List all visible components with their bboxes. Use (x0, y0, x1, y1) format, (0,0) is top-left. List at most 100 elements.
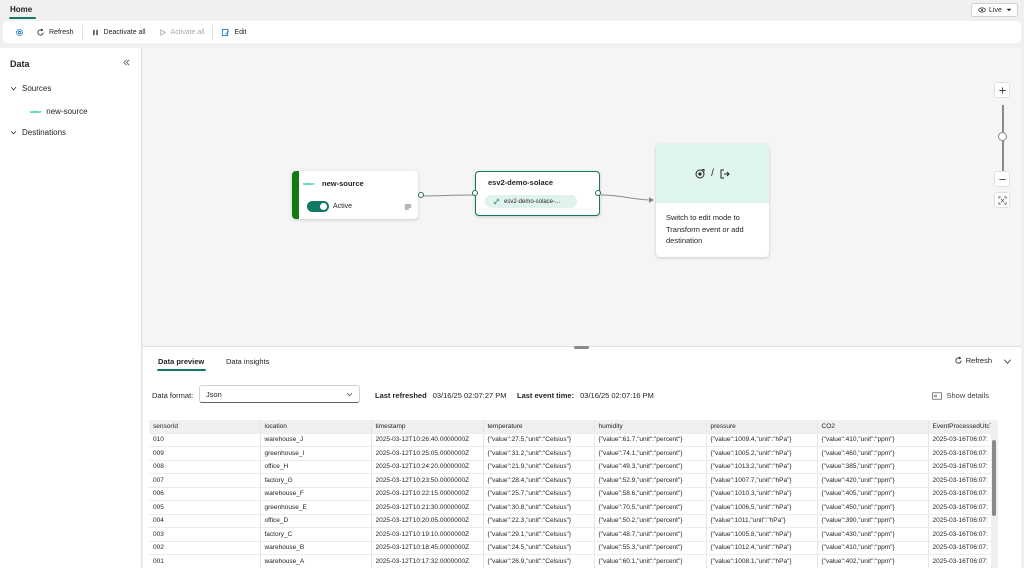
table-cell: office_D (260, 514, 372, 528)
deactivate-all-button[interactable]: Deactivate all (85, 21, 152, 43)
live-dropdown[interactable]: Live (971, 3, 1018, 17)
edit-label: Edit (234, 28, 247, 36)
table-cell: {"value":410,"unit":"ppm"} (817, 433, 929, 447)
table-cell: 2025-03-16T06:07: (928, 487, 992, 501)
table-row[interactable]: 010 warehouse_J 2025-03-12T10:26:40.000000… (149, 433, 992, 447)
table-cell: 003 (149, 527, 261, 542)
tab-data-insights[interactable]: Data insights (226, 357, 269, 366)
table-cell: {"value":28.4,"unit":"Celsius"} (483, 473, 595, 488)
data-format-select[interactable]: Json (199, 385, 360, 403)
source-node[interactable]: solace new-source Active (292, 171, 424, 219)
table-cell: 2025-03-16T06:07: (928, 460, 992, 474)
data-panel-title: Data (10, 59, 30, 69)
source-output-port[interactable] (418, 192, 424, 198)
column-header[interactable]: CO2 (817, 420, 929, 434)
column-header[interactable]: EventProcessedUtcTime (928, 420, 992, 434)
tree-item-new-source[interactable]: solace new-source (30, 107, 88, 116)
zoom-out-button[interactable] (994, 171, 1010, 187)
last-event-label: Last event time: (517, 391, 575, 400)
chevron-down-icon (10, 130, 17, 135)
settings-button[interactable] (9, 21, 30, 43)
table-cell: {"value":1006.5,"unit":"hPa"} (706, 500, 818, 515)
table-cell: {"value":50.2,"unit":"percent"} (594, 514, 707, 528)
table-cell: {"value":1012.4,"unit":"hPa"} (706, 541, 818, 555)
stream-pill-label: esv2-demo-solace-... (504, 198, 561, 205)
table-cell: 2025-03-12T10:26:40.0000000Z (371, 433, 484, 447)
menu-lines-icon[interactable] (404, 203, 412, 211)
table-row[interactable]: 003 factory_C 2025-03-12T10:19:10.0000000Z… (149, 527, 992, 542)
stream-node[interactable]: esv2-demo-solace esv2-demo-solace-... (472, 171, 601, 216)
flow-canvas[interactable]: solace new-source Active esv2-demo-solac… (143, 48, 1021, 346)
fit-to-screen-button[interactable] (994, 192, 1010, 208)
preview-refresh-button[interactable]: Refresh (954, 356, 992, 365)
table-cell: 2025-03-16T06:07: (928, 554, 992, 568)
stream-input-port[interactable] (472, 190, 478, 196)
play-icon (159, 28, 166, 36)
gear-icon (15, 28, 24, 36)
table-cell: 2025-03-16T06:07: (928, 527, 992, 542)
table-cell: factory_G (260, 473, 372, 488)
table-scrollbar[interactable] (991, 420, 998, 568)
data-format-label: Data format: (152, 391, 194, 400)
zoom-slider-thumb[interactable] (998, 132, 1007, 141)
zoom-in-button[interactable] (994, 82, 1010, 98)
live-label: Live (989, 6, 1002, 14)
table-cell: {"value":1008.1,"unit":"hPa"} (706, 554, 818, 568)
table-cell: {"value":30.8,"unit":"Celsius"} (483, 500, 595, 515)
table-cell: {"value":26.9,"unit":"Celsius"} (483, 554, 595, 568)
table-row[interactable]: 008 office_H 2025-03-12T10:24:20.0000000Z{… (149, 460, 992, 474)
top-tab-bar: Home Live (0, 0, 1024, 20)
table-cell: {"value":410,"unit":"ppm"} (817, 541, 929, 555)
edit-button[interactable]: Edit (215, 21, 252, 43)
table-row[interactable]: 004 office_D 2025-03-12T10:20:05.0000000Z{… (149, 514, 992, 528)
tab-home-indicator (9, 17, 36, 19)
table-cell: {"value":52.9,"unit":"percent"} (594, 473, 707, 488)
show-details-button[interactable]: Show details (932, 391, 989, 400)
table-cell: {"value":24.5,"unit":"Celsius"} (483, 541, 595, 555)
panel-resize-handle[interactable] (574, 346, 589, 349)
table-row[interactable]: 006 warehouse_F 2025-03-12T10:22:15.000000… (149, 487, 992, 501)
tab-home[interactable]: Home (10, 5, 32, 14)
table-cell: 2025-03-16T06:07: (928, 500, 992, 515)
tab-data-preview[interactable]: Data preview (158, 357, 204, 366)
column-header[interactable]: timestamp (371, 420, 484, 434)
details-panel-icon (932, 391, 943, 400)
table-cell: factory_C (260, 527, 372, 542)
edit-icon (222, 28, 230, 36)
table-cell: {"value":430,"unit":"ppm"} (817, 527, 929, 542)
column-header[interactable]: sensorId (149, 420, 261, 434)
table-row[interactable]: 001 warehouse_A 2025-03-12T10:17:32.000000… (149, 554, 992, 568)
chevron-down-icon[interactable] (1003, 357, 1012, 366)
data-preview-table: sensorId location timestamp temperature humi… (149, 420, 992, 568)
tree-destinations[interactable]: Destinations (10, 128, 66, 137)
collapse-panel-icon[interactable] (122, 58, 131, 67)
table-row[interactable]: 009 greenhouse_I 2025-03-12T10:25:05.00000… (149, 446, 992, 461)
activate-all-button[interactable]: Activate all (152, 21, 211, 43)
tree-sources[interactable]: Sources (10, 84, 51, 93)
refresh-button[interactable]: Refresh (30, 21, 80, 43)
table-row[interactable]: 007 factory_G 2025-03-12T10:23:50.0000000Z… (149, 473, 992, 488)
table-row[interactable]: 005 greenhouse_E 2025-03-12T10:21:30.00000… (149, 500, 992, 515)
table-row[interactable]: 002 warehouse_B 2025-03-12T10:18:45.000000… (149, 541, 992, 555)
table-cell: {"value":27.5,"unit":"Celsius"} (483, 433, 595, 447)
column-header[interactable]: location (260, 420, 372, 434)
stream-pill: esv2-demo-solace-... (485, 195, 577, 208)
table-cell: warehouse_B (260, 541, 372, 555)
column-header[interactable]: pressure (706, 420, 818, 434)
destination-placeholder-node[interactable]: / Switch to edit mode to Transform event… (656, 144, 769, 257)
table-cell: 2025-03-12T10:20:05.0000000Z (371, 514, 484, 528)
data-panel: Data Sources solace new-source Destinati… (0, 48, 142, 568)
stream-output-port[interactable] (595, 190, 601, 196)
table-cell: {"value":48.7,"unit":"percent"} (594, 527, 707, 542)
chevron-down-icon (346, 392, 353, 397)
table-cell: 2025-03-16T06:07: (928, 433, 992, 447)
source-status: Active (333, 203, 353, 210)
last-refreshed: Last refreshed 03/16/25 02:07:27 PM (375, 391, 507, 400)
column-header[interactable]: humidity (594, 420, 707, 434)
active-toggle[interactable] (307, 201, 329, 212)
fit-screen-icon (997, 195, 1007, 205)
table-cell: 006 (149, 487, 261, 501)
table-scrollbar-thumb[interactable] (992, 440, 996, 516)
column-header[interactable]: temperature (483, 420, 595, 434)
data-preview-table-container[interactable]: sensorId location timestamp temperature humi… (149, 420, 992, 568)
